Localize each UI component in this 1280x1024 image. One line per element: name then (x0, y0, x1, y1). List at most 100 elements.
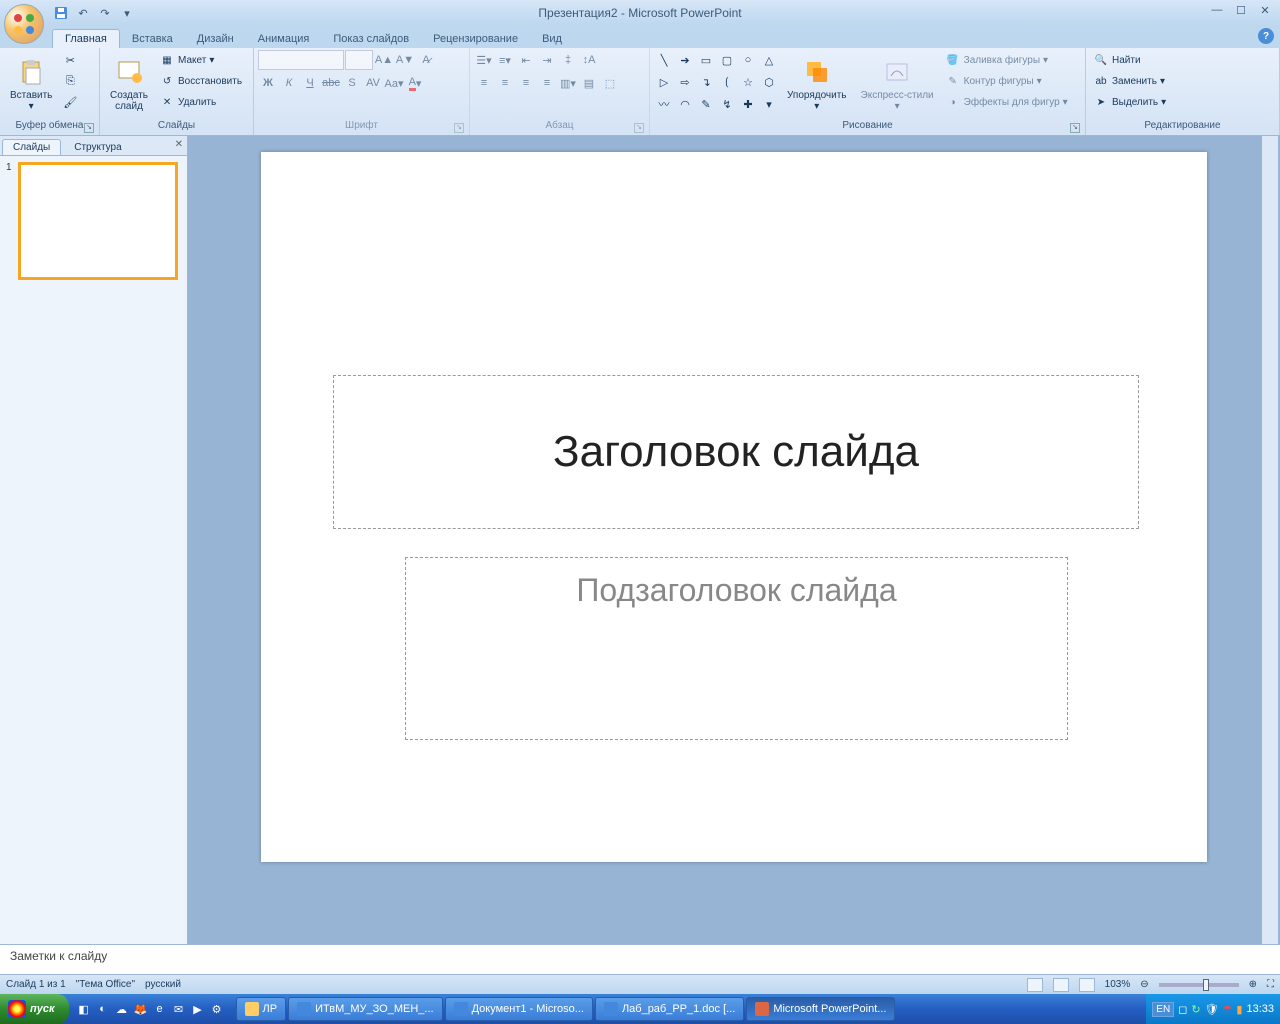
clock[interactable]: 13:33 (1246, 1003, 1274, 1015)
replace-button[interactable]: abЗаменить ▾ (1090, 71, 1169, 91)
shapes-more-icon[interactable]: ▾ (759, 94, 779, 114)
tab-insert[interactable]: Вставка (120, 30, 185, 48)
shape-brace-icon[interactable]: ⟮ (717, 72, 737, 92)
clear-format-icon[interactable]: A̷ (416, 50, 436, 70)
tray-icon-3[interactable]: 🛡 (1205, 1003, 1219, 1016)
align-left-icon[interactable]: ≡ (474, 73, 494, 93)
shape-plus-icon[interactable]: ✚ (738, 94, 758, 114)
shape-fill-button[interactable]: 🪣Заливка фигуры ▾ (942, 50, 1071, 70)
sidepanel-tab-outline[interactable]: Структура (63, 139, 132, 155)
language-indicator[interactable]: EN (1152, 1002, 1174, 1017)
paste-button[interactable]: Вставить▾ (4, 50, 58, 118)
maximize-button[interactable]: ☐ (1230, 2, 1252, 18)
smartart-icon[interactable]: ⬚ (600, 73, 620, 93)
drawing-launcher[interactable]: ↘ (1070, 123, 1080, 133)
layout-button[interactable]: ▦Макет ▾ (156, 50, 245, 70)
indent-inc-icon[interactable]: ⇥ (537, 50, 557, 70)
shapes-gallery[interactable]: ╲ ➔ ▭ ▢ ○ △ ▷ ⇨ ↴ ⟮ ☆ ⬡ 〰 ◠ (654, 50, 779, 114)
cut-icon[interactable]: ✂ (60, 50, 80, 70)
taskbar-task-2[interactable]: Документ1 - Microso... (445, 997, 593, 1021)
view-normal-icon[interactable] (1027, 978, 1043, 992)
font-launcher[interactable]: ↘ (454, 123, 464, 133)
reset-button[interactable]: ↺Восстановить (156, 71, 245, 91)
tab-home[interactable]: Главная (52, 29, 120, 48)
shape-outline-button[interactable]: ✎Контур фигуры ▾ (942, 71, 1071, 91)
tray-icon-2[interactable]: ↻ (1191, 1003, 1200, 1016)
zoom-percent[interactable]: 103% (1105, 979, 1131, 990)
find-button[interactable]: 🔍Найти (1090, 50, 1169, 70)
ql-icon-3[interactable]: ☁ (113, 998, 131, 1020)
shape-rect2-icon[interactable]: ▢ (717, 50, 737, 70)
subtitle-placeholder[interactable]: Подзаголовок слайда (405, 557, 1068, 740)
ql-icon-1[interactable]: ◧ (75, 998, 93, 1020)
paragraph-launcher[interactable]: ↘ (634, 123, 644, 133)
shape-oval-icon[interactable]: ○ (738, 50, 758, 70)
underline-icon[interactable]: Ч (300, 73, 320, 93)
taskbar-task-3[interactable]: Лаб_раб_РР_1.doc [... (595, 997, 744, 1021)
columns-icon[interactable]: ▥▾ (558, 73, 578, 93)
italic-icon[interactable]: К (279, 73, 299, 93)
minimize-button[interactable]: — (1206, 2, 1228, 18)
clipboard-launcher[interactable]: ↘ (84, 123, 94, 133)
delete-slide-button[interactable]: ✕Удалить (156, 92, 245, 112)
align-text-icon[interactable]: ▤ (579, 73, 599, 93)
grow-font-icon[interactable]: A▲ (374, 50, 394, 70)
shape-curve-icon[interactable]: 〰 (654, 94, 674, 114)
sidepanel-close-icon[interactable]: ✕ (175, 139, 183, 150)
help-button[interactable]: ? (1258, 28, 1274, 44)
tab-animation[interactable]: Анимация (246, 30, 322, 48)
shape-connector-icon[interactable]: ↴ (696, 72, 716, 92)
taskbar-task-0[interactable]: ЛР (236, 997, 287, 1021)
status-language[interactable]: русский (145, 979, 181, 990)
shape-conn2-icon[interactable]: ↯ (717, 94, 737, 114)
ql-icon-2[interactable]: ◐ (94, 998, 112, 1020)
notes-pane[interactable]: Заметки к слайду (0, 944, 1280, 974)
tab-view[interactable]: Вид (530, 30, 574, 48)
close-button[interactable]: ✕ (1254, 2, 1276, 18)
undo-icon[interactable]: ↶ (74, 4, 92, 22)
ql-icon-4[interactable]: 🦊 (132, 998, 150, 1020)
ql-icon-6[interactable]: ✉ (170, 998, 188, 1020)
numbering-icon[interactable]: ≡▾ (495, 50, 515, 70)
zoom-out-icon[interactable]: ⊖ (1140, 979, 1148, 990)
indent-dec-icon[interactable]: ⇤ (516, 50, 536, 70)
new-slide-button[interactable]: Создать слайд (104, 50, 154, 118)
ql-icon-8[interactable]: ⚙ (208, 998, 226, 1020)
ql-icon-7[interactable]: ▶ (189, 998, 207, 1020)
slide[interactable]: Заголовок слайда Подзаголовок слайда (261, 152, 1207, 862)
align-right-icon[interactable]: ≡ (516, 73, 536, 93)
shape-arrow-icon[interactable]: ➔ (675, 50, 695, 70)
vertical-scrollbar[interactable] (1262, 136, 1278, 944)
shape-effects-button[interactable]: ◑Эффекты для фигур ▾ (942, 92, 1071, 112)
shape-star-icon[interactable]: ☆ (738, 72, 758, 92)
shape-tri2-icon[interactable]: ▷ (654, 72, 674, 92)
tray-icon-5[interactable]: ▮ (1236, 1003, 1242, 1016)
zoom-fit-icon[interactable]: ⛶ (1267, 979, 1274, 990)
copy-icon[interactable]: ⎘ (60, 71, 80, 91)
arrange-button[interactable]: Упорядочить▾ (781, 50, 853, 118)
start-button[interactable]: пуск (0, 994, 69, 1024)
title-placeholder[interactable]: Заголовок слайда (333, 375, 1139, 529)
shape-arrow2-icon[interactable]: ⇨ (675, 72, 695, 92)
font-name-combo[interactable] (258, 50, 344, 70)
sidepanel-tab-slides[interactable]: Слайды (2, 139, 61, 155)
slide-thumbnail-1[interactable]: 1 (6, 162, 181, 280)
format-painter-icon[interactable]: 🖌 (60, 92, 80, 112)
tray-icon-1[interactable]: ◻ (1178, 1003, 1187, 1016)
shape-hex-icon[interactable]: ⬡ (759, 72, 779, 92)
shrink-font-icon[interactable]: A▼ (395, 50, 415, 70)
shadow-icon[interactable]: S (342, 73, 362, 93)
shape-tri-icon[interactable]: △ (759, 50, 779, 70)
save-icon[interactable] (52, 4, 70, 22)
font-color-icon[interactable]: A▾ (405, 73, 425, 93)
view-slideshow-icon[interactable] (1079, 978, 1095, 992)
ql-icon-5[interactable]: e (151, 998, 169, 1020)
shape-free-icon[interactable]: ✎ (696, 94, 716, 114)
bullets-icon[interactable]: ☰▾ (474, 50, 494, 70)
shape-arc-icon[interactable]: ◠ (675, 94, 695, 114)
spacing-icon[interactable]: AV (363, 73, 383, 93)
qat-dropdown-icon[interactable]: ▾ (118, 4, 136, 22)
select-button[interactable]: ➤Выделить ▾ (1090, 92, 1169, 112)
text-direction-icon[interactable]: ↕A (579, 50, 599, 70)
justify-icon[interactable]: ≡ (537, 73, 557, 93)
